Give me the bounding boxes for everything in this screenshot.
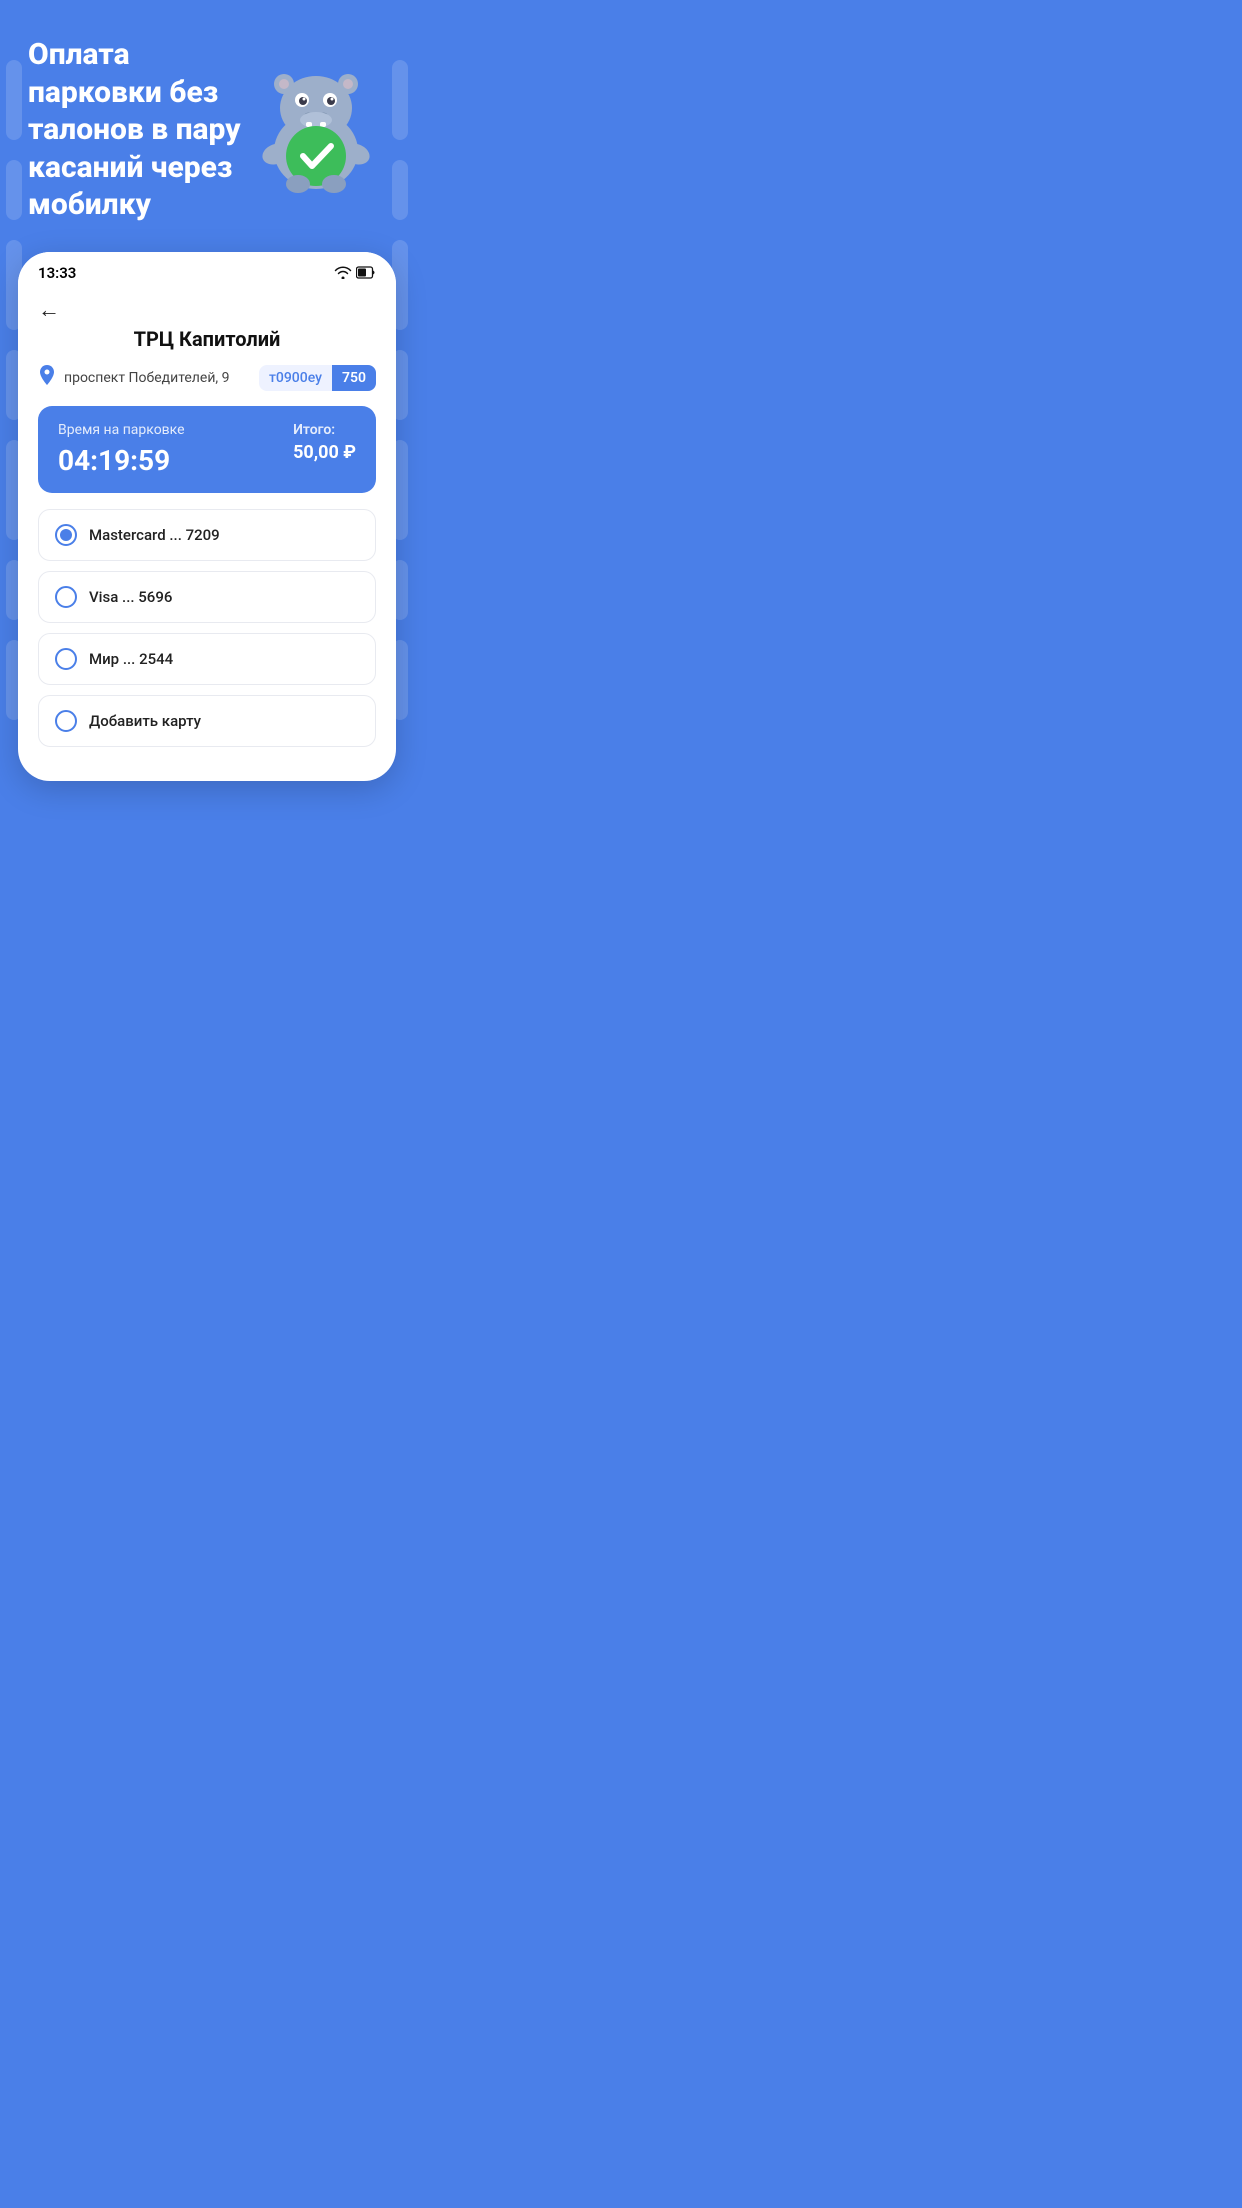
parking-title: ТРЦ Капитолий xyxy=(38,327,376,351)
parking-card: Время на парковке 04:19:59 Итого: 50,00 … xyxy=(38,406,376,493)
location-left: проспект Победителей, 9 xyxy=(38,365,230,392)
radio-btn-mastercard xyxy=(55,524,77,546)
parking-time-section: Время на парковке 04:19:59 xyxy=(58,422,185,477)
status-time: 13:33 xyxy=(38,264,76,282)
parking-total-label: Итого: xyxy=(293,422,356,438)
status-icons xyxy=(334,264,376,283)
back-arrow-icon: ← xyxy=(38,297,60,323)
battery-icon xyxy=(356,264,376,283)
hippo-mascot xyxy=(246,36,386,196)
payment-option-mastercard[interactable]: Mastercard ... 7209 xyxy=(38,509,376,561)
location-pin-icon xyxy=(38,365,56,392)
parking-total-section: Итого: 50,00 ₽ xyxy=(293,422,356,463)
address-text: проспект Победителей, 9 xyxy=(64,370,230,386)
parking-total-value: 50,00 ₽ xyxy=(293,442,356,463)
parking-time-label: Время на парковке xyxy=(58,422,185,438)
location-row: проспект Победителей, 9 т0900еу 750 xyxy=(38,365,376,392)
status-bar: 13:33 xyxy=(18,252,396,289)
payment-label-mir: Мир ... 2544 xyxy=(89,650,173,668)
radio-btn-visa xyxy=(55,586,77,608)
headline: Оплата парковки без талонов в пару касан… xyxy=(28,36,246,224)
back-button[interactable]: ← xyxy=(18,289,396,327)
parking-time-value: 04:19:59 xyxy=(58,444,185,477)
payment-option-mir[interactable]: Мир ... 2544 xyxy=(38,633,376,685)
payment-label-mastercard: Mastercard ... 7209 xyxy=(89,526,220,544)
plate-badge: т0900еу 750 xyxy=(259,365,376,391)
payment-label-add: Добавить карту xyxy=(89,712,201,730)
top-section: Оплата парковки без талонов в пару касан… xyxy=(0,0,414,252)
payment-options: Mastercard ... 7209 Visa ... 5696 Мир ... … xyxy=(38,509,376,747)
radio-btn-add xyxy=(55,710,77,732)
plate-number: 750 xyxy=(332,365,376,391)
phone-mockup: 13:33 ← ТРЦ Капитолий xyxy=(18,252,396,781)
phone-content: ТРЦ Капитолий проспект Победителей, 9 т0… xyxy=(18,327,396,781)
payment-label-visa: Visa ... 5696 xyxy=(89,588,172,606)
radio-btn-mir xyxy=(55,648,77,670)
wifi-icon xyxy=(334,264,352,283)
plate-text: т0900еу xyxy=(259,365,332,391)
payment-option-add[interactable]: Добавить карту xyxy=(38,695,376,747)
payment-option-visa[interactable]: Visa ... 5696 xyxy=(38,571,376,623)
